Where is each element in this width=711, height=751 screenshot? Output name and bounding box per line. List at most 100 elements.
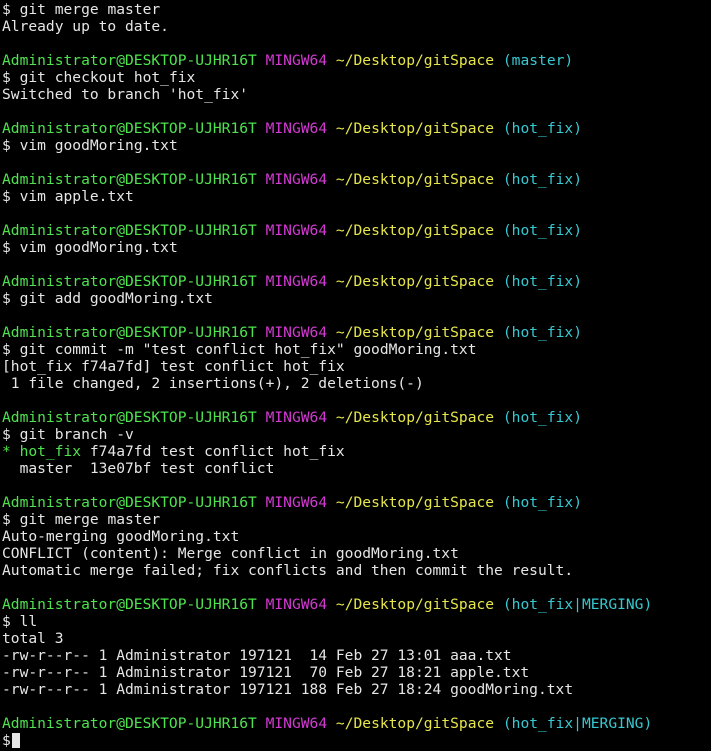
prompt-path: ~/Desktop/gitSpace <box>335 715 495 732</box>
prompt-system: MINGW64 <box>265 171 328 188</box>
prompt-line: Administrator@DESKTOP-UJHR16T MINGW64 ~/… <box>2 52 711 69</box>
output-line: -rw-r--r-- 1 Administrator 197121 70 Feb… <box>2 664 711 681</box>
prompt-user: Administrator@DESKTOP-UJHR16T <box>2 324 257 341</box>
output-text: Switched to branch 'hot_fix' <box>2 86 249 103</box>
prompt-user: Administrator@DESKTOP-UJHR16T <box>2 222 257 239</box>
prompt-branch-name: hot_fix <box>511 494 574 511</box>
command-line: $ git merge master <box>2 511 711 528</box>
output-line: Already up to date. <box>2 18 711 35</box>
prompt-system: MINGW64 <box>265 120 328 137</box>
prompt-path: ~/Desktop/gitSpace <box>335 494 495 511</box>
command-line: $ git commit -m "test conflict hot_fix" … <box>2 341 711 358</box>
prompt-line: Administrator@DESKTOP-UJHR16T MINGW64 ~/… <box>2 715 711 732</box>
prompt-system: MINGW64 <box>265 52 328 69</box>
output-line: [hot_fix f74a7fd] test conflict hot_fix <box>2 358 711 375</box>
prompt-line: Administrator@DESKTOP-UJHR16T MINGW64 ~/… <box>2 324 711 341</box>
output-line: Switched to branch 'hot_fix' <box>2 86 711 103</box>
prompt-system: MINGW64 <box>265 273 328 290</box>
command-line: $ vim goodMoring.txt <box>2 239 711 256</box>
prompt-branch-name: hot_fix <box>511 324 574 341</box>
prompt-dollar: $ <box>2 1 11 18</box>
command-line: $ git add goodMoring.txt <box>2 290 711 307</box>
command-text: git merge master <box>19 1 161 18</box>
output-text: master 13e07bf test conflict <box>2 460 275 477</box>
prompt-user: Administrator@DESKTOP-UJHR16T <box>2 273 257 290</box>
output-text: -rw-r--r-- 1 Administrator 197121 70 Feb… <box>2 664 530 681</box>
prompt-dollar: $ <box>2 732 11 749</box>
prompt-line: Administrator@DESKTOP-UJHR16T MINGW64 ~/… <box>2 171 711 188</box>
prompt-system: MINGW64 <box>265 494 328 511</box>
prompt-line: Administrator@DESKTOP-UJHR16T MINGW64 ~/… <box>2 409 711 426</box>
command-text: git checkout hot_fix <box>19 69 196 86</box>
prompt-dollar: $ <box>2 426 11 443</box>
command-line: $ git checkout hot_fix <box>2 69 711 86</box>
prompt-line: Administrator@DESKTOP-UJHR16T MINGW64 ~/… <box>2 222 711 239</box>
command-line: $ git merge master <box>2 1 711 18</box>
prompt-user: Administrator@DESKTOP-UJHR16T <box>2 52 257 69</box>
prompt-branch-name: hot_fix <box>511 409 574 426</box>
prompt-user: Administrator@DESKTOP-UJHR16T <box>2 120 257 137</box>
output-line: -rw-r--r-- 1 Administrator 197121 14 Feb… <box>2 647 711 664</box>
terminal-window[interactable]: $ git merge master Already up to date. Adm… <box>0 0 711 751</box>
command-line: $ ll <box>2 613 711 630</box>
prompt-branch: (hot_fix|MERGING) <box>502 596 653 613</box>
prompt-path: ~/Desktop/gitSpace <box>335 120 495 137</box>
prompt-system: MINGW64 <box>265 324 328 341</box>
prompt-user: Administrator@DESKTOP-UJHR16T <box>2 494 257 511</box>
output-text: Auto-merging goodMoring.txt <box>2 528 240 545</box>
prompt-dollar: $ <box>2 137 11 154</box>
prompt-branch: (hot_fix) <box>502 324 582 341</box>
output-text: Automatic merge failed; fix conflicts an… <box>2 562 574 579</box>
prompt-branch-name: hot_fix <box>511 120 574 137</box>
prompt-user: Administrator@DESKTOP-UJHR16T <box>2 715 257 732</box>
prompt-line: Administrator@DESKTOP-UJHR16T MINGW64 ~/… <box>2 273 711 290</box>
output-text: Already up to date. <box>2 18 169 35</box>
prompt-system: MINGW64 <box>265 596 328 613</box>
output-text: 1 file changed, 2 insertions(+), 2 delet… <box>2 375 424 392</box>
output-line: 1 file changed, 2 insertions(+), 2 delet… <box>2 375 711 392</box>
prompt-branch-name: hot_fix <box>511 222 574 239</box>
prompt-user: Administrator@DESKTOP-UJHR16T <box>2 596 257 613</box>
output-line: master 13e07bf test conflict <box>2 460 711 477</box>
command-line: $ vim goodMoring.txt <box>2 137 711 154</box>
prompt-branch-name: hot_fix|MERGING <box>511 715 644 732</box>
prompt-dollar: $ <box>2 239 11 256</box>
prompt-branch-name: hot_fix|MERGING <box>511 596 644 613</box>
prompt-branch: (hot_fix) <box>502 273 582 290</box>
active-command-line[interactable]: $ <box>2 732 711 749</box>
prompt-path: ~/Desktop/gitSpace <box>335 222 495 239</box>
output-text: CONFLICT (content): Merge conflict in go… <box>2 545 459 562</box>
prompt-dollar: $ <box>2 511 11 528</box>
prompt-branch: (hot_fix) <box>502 222 582 239</box>
prompt-line: Administrator@DESKTOP-UJHR16T MINGW64 ~/… <box>2 494 711 511</box>
output-text: [hot_fix f74a7fd] test conflict hot_fix <box>2 358 345 375</box>
prompt-user: Administrator@DESKTOP-UJHR16T <box>2 171 257 188</box>
prompt-dollar: $ <box>2 341 11 358</box>
command-text: git commit -m "test conflict hot_fix" go… <box>19 341 477 358</box>
output-text: -rw-r--r-- 1 Administrator 197121 14 Feb… <box>2 647 512 664</box>
output-text: -rw-r--r-- 1 Administrator 197121 188 Fe… <box>2 681 574 698</box>
command-text: vim goodMoring.txt <box>19 137 178 154</box>
prompt-system: MINGW64 <box>265 222 328 239</box>
prompt-branch: (hot_fix) <box>502 171 582 188</box>
prompt-branch: (hot_fix|MERGING) <box>502 715 653 732</box>
branch-list-line: * hot_fix f74a7fd test conflict hot_fix <box>2 443 711 460</box>
prompt-branch-name: hot_fix <box>511 273 574 290</box>
prompt-branch-name: hot_fix <box>511 171 574 188</box>
prompt-dollar: $ <box>2 188 11 205</box>
prompt-system: MINGW64 <box>265 409 328 426</box>
current-branch-name: hot_fix <box>19 443 82 460</box>
command-text: git merge master <box>19 511 161 528</box>
prompt-branch: (hot_fix) <box>502 494 582 511</box>
prompt-path: ~/Desktop/gitSpace <box>335 52 495 69</box>
command-line: $ git branch -v <box>2 426 711 443</box>
output-line: Automatic merge failed; fix conflicts an… <box>2 562 711 579</box>
output-line: Auto-merging goodMoring.txt <box>2 528 711 545</box>
prompt-user: Administrator@DESKTOP-UJHR16T <box>2 409 257 426</box>
